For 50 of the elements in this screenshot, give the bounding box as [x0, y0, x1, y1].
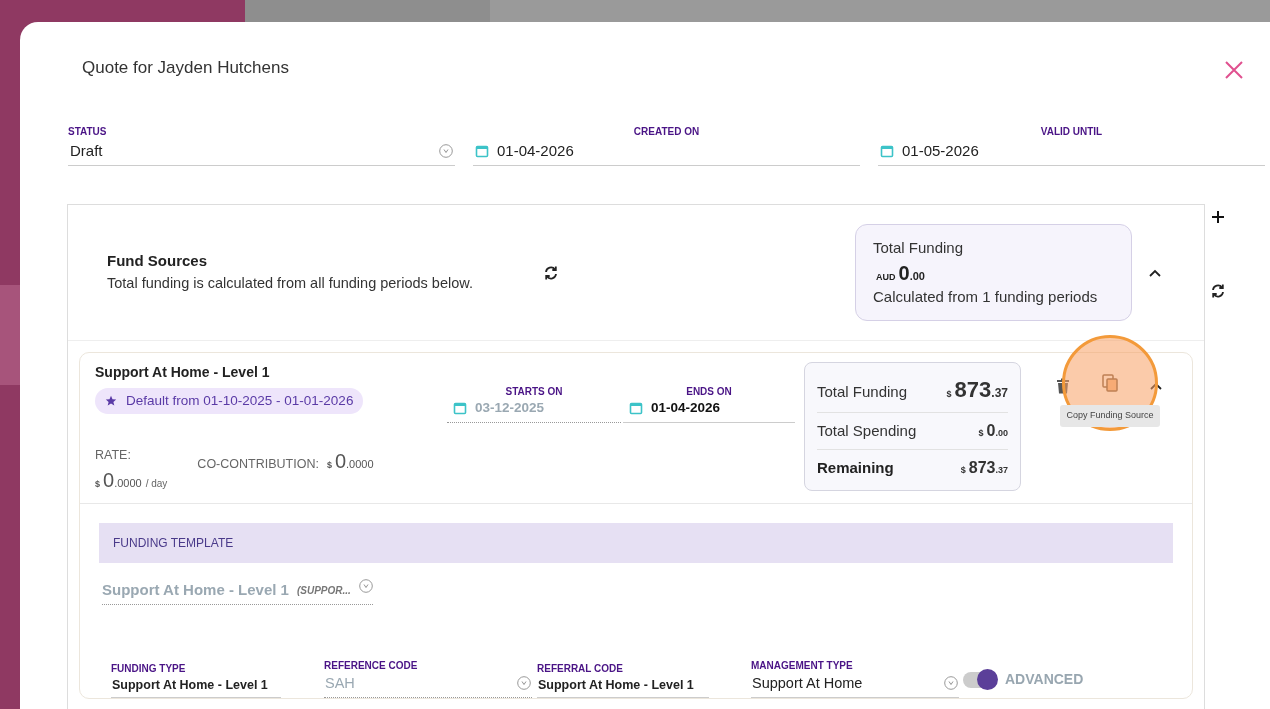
delete-button[interactable] [1056, 378, 1070, 394]
summary-note: Calculated from 1 funding periods [873, 286, 1099, 307]
calendar-icon [475, 143, 489, 158]
star-icon [105, 395, 117, 408]
date-field[interactable]: 01-05-2026 [878, 137, 1265, 166]
summary-label: Total Funding [873, 238, 965, 258]
date-field[interactable]: 01-04-2026 [473, 137, 860, 166]
chevron-down-icon [944, 676, 958, 691]
refresh-icon [1209, 282, 1227, 300]
field-label: STATUS [68, 125, 107, 137]
collapse-button[interactable] [1150, 382, 1162, 390]
field-label: REFERENCE CODE [324, 659, 418, 671]
section-description: Total funding is calculated from all funding periods below. [107, 273, 474, 293]
co-contribution-label: CO-CONTRIBUTION: [197, 456, 319, 474]
field-label: REFERRAL CODE [537, 662, 623, 674]
field-label: FUNDING TYPE [111, 662, 186, 674]
toggle-label: ADVANCED [1005, 670, 1084, 690]
default-badge: Default from 01-10-2025 - 01-01-2026 [95, 388, 364, 415]
amount-text: AUD 0.00 [876, 265, 925, 283]
amount-text: $ 0.00 [978, 421, 1008, 441]
calendar-icon [629, 401, 643, 416]
section-header: FUNDING TEMPLATE [99, 523, 1173, 563]
totals-label: Total Spending [817, 421, 917, 441]
chevron-down-icon [439, 143, 453, 158]
totals-label: Total Funding [817, 382, 908, 402]
field-label: VALID UNTIL [1040, 125, 1103, 137]
select-field[interactable]: Draft [68, 137, 455, 166]
field-label: STARTS ON [505, 386, 563, 397]
amount-text: $ 873.37 [960, 458, 1008, 478]
refresh-button[interactable] [1209, 282, 1227, 300]
calendar-icon [880, 143, 894, 158]
calendar-icon [453, 401, 467, 416]
field-label: CREATED ON [633, 125, 700, 137]
totals-label: Remaining [817, 458, 894, 478]
rate-unit: / day [145, 477, 168, 491]
rate-label: RATE: [95, 447, 132, 465]
section-title: Fund Sources [107, 251, 208, 272]
amount-text: $0.0000 [95, 468, 142, 493]
date-field[interactable]: 01-04-2026 [623, 398, 795, 424]
amount-text: $873.37 [946, 376, 1008, 404]
field-label: MANAGEMENT TYPE [751, 659, 853, 671]
tooltip: Copy Funding Source [1060, 405, 1160, 427]
amount-text: $0.0000 [326, 449, 374, 475]
chevron-down-icon [517, 676, 531, 691]
dialog-title: Quote for Jayden Hutchens [82, 57, 289, 79]
collapse-button[interactable] [1149, 268, 1161, 277]
add-button[interactable] [1211, 210, 1225, 224]
field-label: ENDS ON [686, 386, 732, 397]
period-name: Support At Home - Level 1 [95, 363, 271, 382]
chevron-down-icon [358, 579, 373, 593]
